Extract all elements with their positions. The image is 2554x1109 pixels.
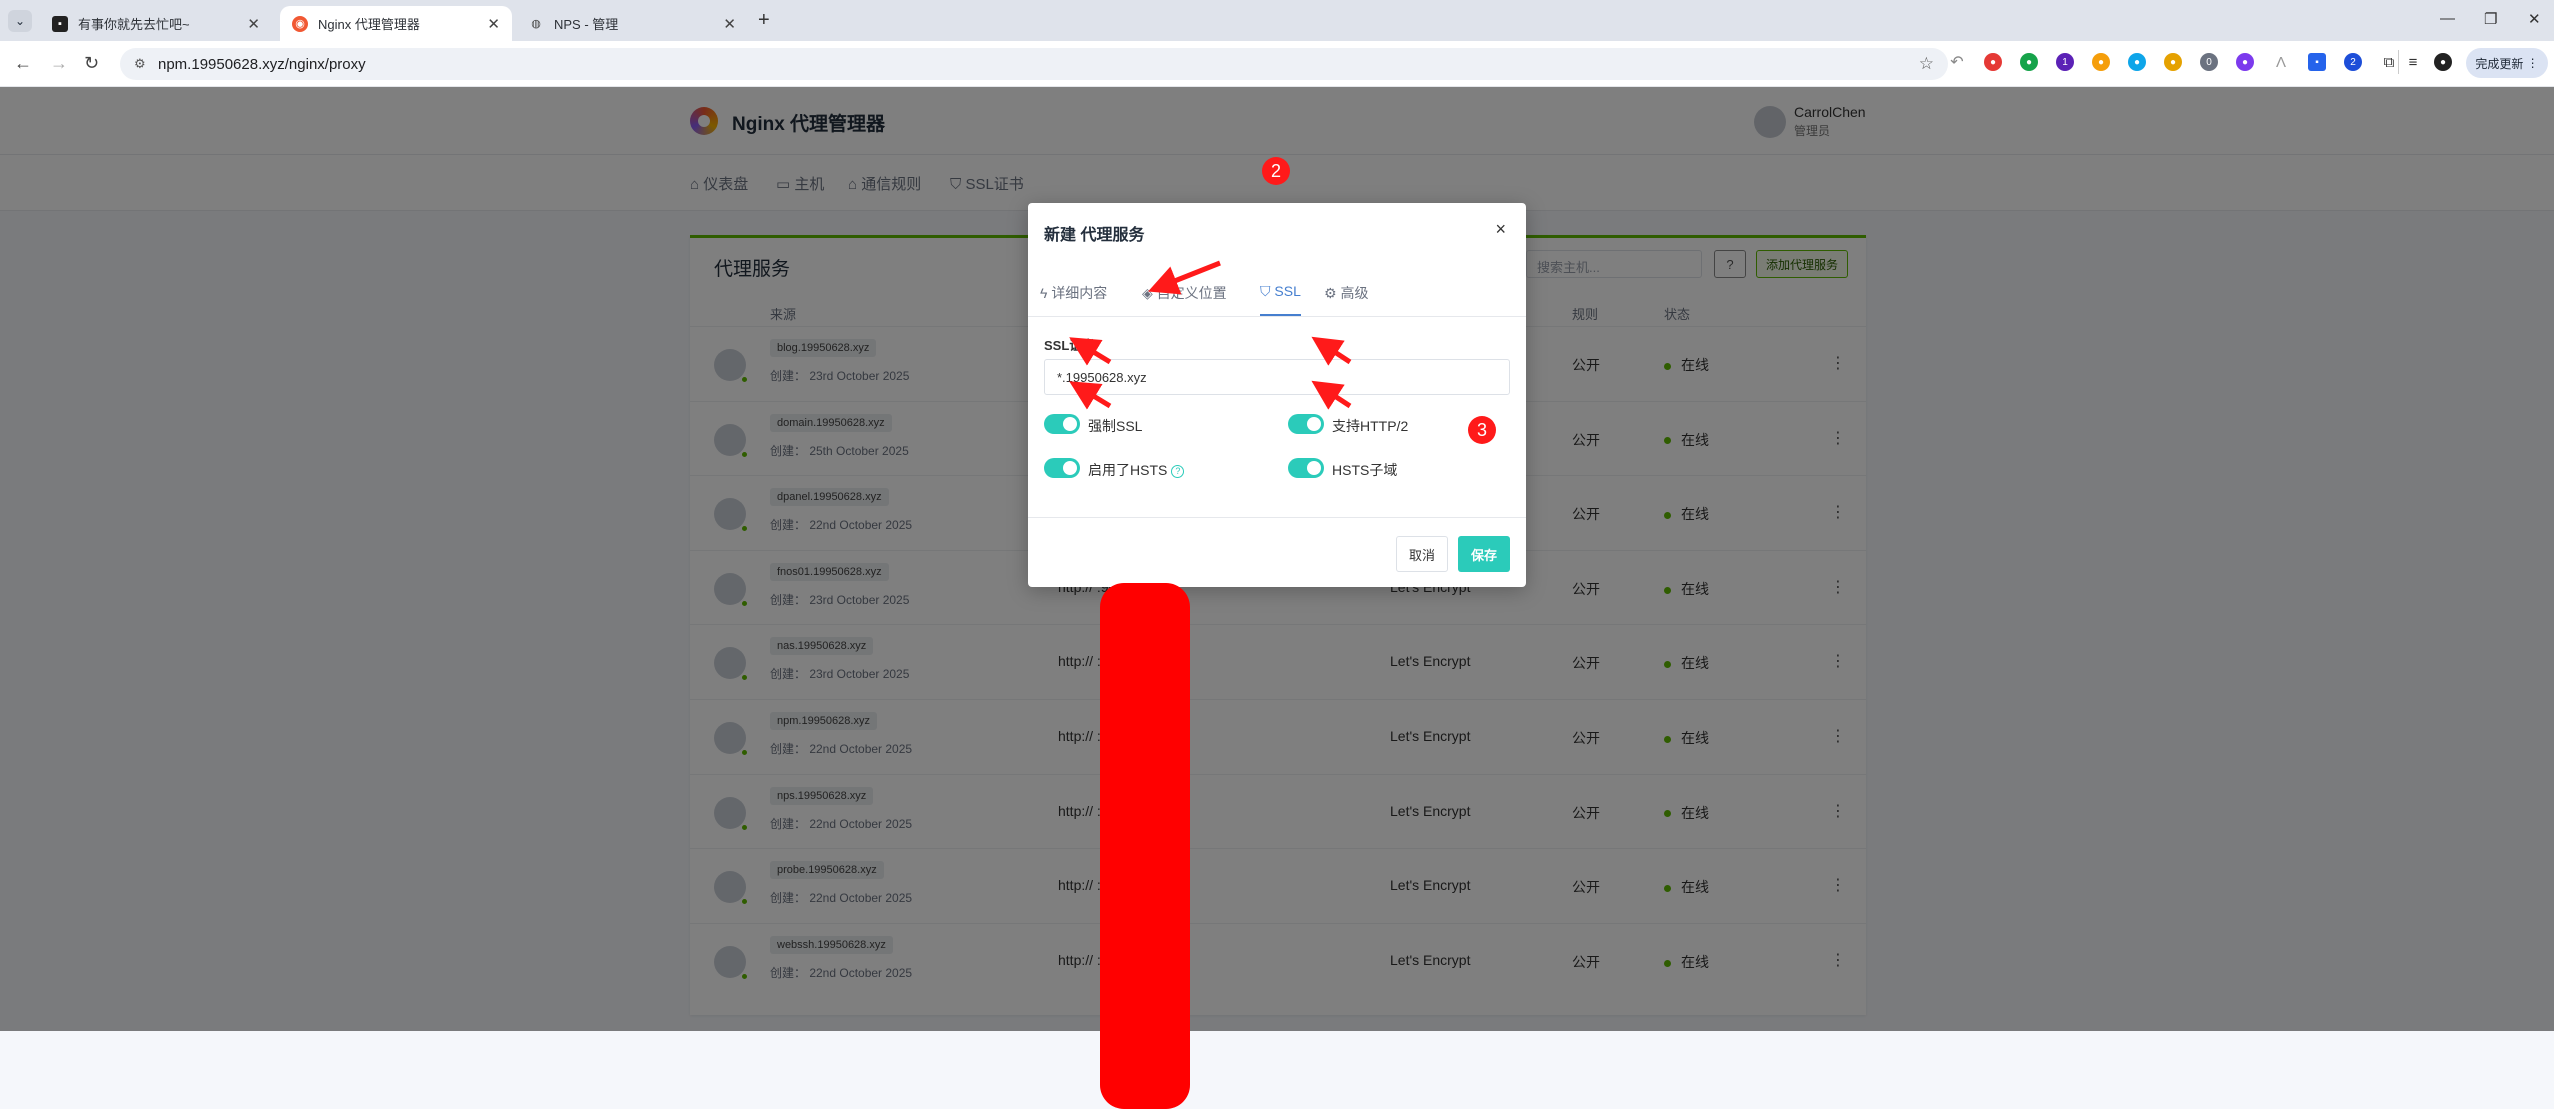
toolbar-divider: [2398, 50, 2399, 74]
reply-icon[interactable]: ↶: [1948, 53, 1966, 71]
tab-title: Nginx 代理管理器: [318, 17, 420, 32]
new-proxy-host-modal: 新建 代理服务 × ϟ 详细内容 ◈ 自定义位置 ⛉ SSL ⚙ 高级 SSL证…: [1028, 203, 1526, 587]
hsts-toggle[interactable]: [1044, 458, 1080, 478]
back-icon[interactable]: ←: [14, 53, 32, 74]
help-circle-icon[interactable]: ?: [1171, 464, 1185, 478]
modal-tabs: ϟ 详细内容 ◈ 自定义位置 ⛉ SSL ⚙ 高级: [1028, 267, 1526, 317]
nginx-favicon-icon: ◉: [292, 15, 308, 32]
browser-tab-1[interactable]: ▪ 有事你就先去忙吧~ ✕: [40, 6, 272, 41]
cancel-button[interactable]: 取消: [1396, 536, 1448, 572]
extension-yellow-icon[interactable]: ●: [2164, 53, 2182, 71]
close-icon[interactable]: ×: [1495, 219, 1506, 240]
shield-icon: ⛉: [1260, 283, 1271, 299]
extension-a-icon[interactable]: Λ: [2272, 53, 2290, 71]
hsts-subdomains-label: HSTS子域: [1332, 462, 1398, 478]
extension-purple-icon[interactable]: 1: [2056, 53, 2074, 71]
globe-icon: ◍: [531, 18, 541, 30]
forward-icon[interactable]: →: [50, 53, 68, 74]
ssl-certificate-label: SSL证书: [1044, 338, 1096, 353]
extension-gray-icon[interactable]: 0: [2200, 53, 2218, 71]
step-3-marker: 3: [1468, 416, 1496, 444]
extension-violet-icon[interactable]: ●: [2236, 53, 2254, 71]
extension-square-icon[interactable]: ▪: [2308, 53, 2326, 71]
tab-title: 有事你就先去忙吧~: [78, 17, 190, 32]
tab-list-button[interactable]: ⌄: [8, 10, 32, 32]
reload-icon[interactable]: ↻: [84, 53, 99, 74]
save-button[interactable]: 保存: [1458, 536, 1510, 572]
extension-red-icon[interactable]: ●: [1984, 53, 2002, 71]
extension-bird-icon[interactable]: 2: [2344, 53, 2362, 71]
layers-icon: ◈: [1142, 285, 1153, 301]
tab-details[interactable]: ϟ 详细内容: [1040, 283, 1107, 303]
hsts-subdomains-toggle[interactable]: [1288, 458, 1324, 478]
http2-label: 支持HTTP/2: [1332, 418, 1409, 434]
ssl-certificate-select[interactable]: *.19950628.xyz: [1044, 359, 1510, 395]
new-tab-button[interactable]: +: [758, 9, 770, 32]
force-ssl-toggle[interactable]: [1044, 414, 1080, 434]
browser-tab-3[interactable]: ◍ NPS - 管理 ✕: [516, 6, 748, 41]
step-2-marker: 2: [1262, 157, 1290, 185]
hsts-label: 启用了HSTS?: [1088, 460, 1185, 480]
address-bar[interactable]: ⚙ npm.19950628.xyz/nginx/proxy ☆: [120, 48, 1948, 80]
restore-icon[interactable]: ❐: [2484, 10, 2497, 28]
browser-tab-bar: ⌄ ▪ 有事你就先去忙吧~ ✕ ◉ Nginx 代理管理器 ✕ ◍ NPS - …: [0, 0, 2554, 41]
update-button[interactable]: 完成更新 ⋮: [2466, 48, 2548, 78]
modal-footer-divider: [1028, 517, 1526, 518]
modal-title: 新建 代理服务: [1044, 227, 1145, 244]
media-queue-icon[interactable]: ≡: [2404, 53, 2422, 71]
extension-green-icon[interactable]: ●: [2020, 53, 2038, 71]
site-favicon-icon: ▪: [52, 15, 68, 32]
tab-custom-locations[interactable]: ◈ 自定义位置: [1142, 283, 1227, 303]
page: Nginx 代理管理器 CarrolChen 管理员 ⌂ 仪表盘 ▭ 主机 ⌂ …: [0, 87, 2554, 1109]
profile-avatar[interactable]: ●: [2434, 53, 2452, 71]
close-tab-icon[interactable]: ✕: [247, 15, 260, 33]
close-tab-icon[interactable]: ✕: [487, 15, 500, 33]
http2-toggle[interactable]: [1288, 414, 1324, 434]
extension-color-icon[interactable]: ●: [2092, 53, 2110, 71]
gear-icon: ⚙: [1324, 285, 1337, 301]
url-text[interactable]: npm.19950628.xyz/nginx/proxy: [158, 56, 366, 73]
force-ssl-label: 强制SSL: [1088, 418, 1143, 434]
extensions-puzzle-icon[interactable]: ⧉: [2380, 53, 2398, 71]
minimize-icon[interactable]: —: [2440, 10, 2455, 27]
extension-blue-icon[interactable]: ●: [2128, 53, 2146, 71]
browser-tab-2[interactable]: ◉ Nginx 代理管理器 ✕: [280, 6, 512, 41]
tab-advanced[interactable]: ⚙ 高级: [1324, 283, 1368, 303]
redaction-mark: [1100, 583, 1190, 1109]
close-window-icon[interactable]: ✕: [2528, 10, 2541, 28]
tab-title: NPS - 管理: [554, 17, 619, 32]
close-tab-icon[interactable]: ✕: [723, 15, 736, 33]
tab-ssl[interactable]: ⛉ SSL: [1260, 283, 1301, 316]
bookmark-star-icon[interactable]: ☆: [1919, 54, 1934, 74]
bolt-icon: ϟ: [1040, 285, 1048, 301]
site-settings-icon[interactable]: ⚙: [134, 56, 146, 72]
